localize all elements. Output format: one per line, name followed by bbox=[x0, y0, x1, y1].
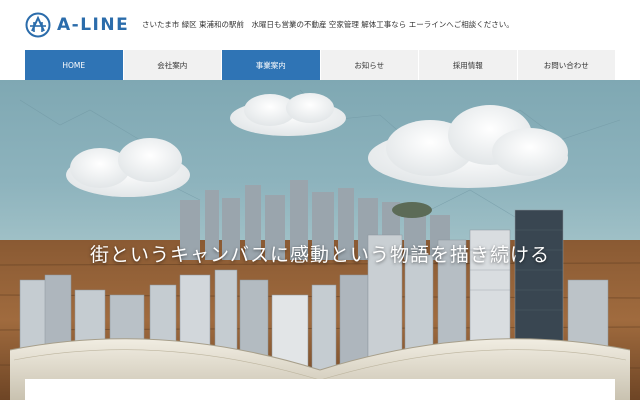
site-header: A-LINE さいたま市 緑区 東浦和の駅前 水曜日も営業の不動産 空家管理 解… bbox=[0, 0, 640, 50]
nav-item-company[interactable]: 会社案内 bbox=[123, 50, 222, 80]
hero-banner: 街というキャンバスに感動という物語を描き続ける bbox=[0, 80, 640, 400]
hero-caption: 街というキャンバスに感動という物語を描き続ける bbox=[89, 244, 550, 266]
content-panel bbox=[25, 379, 615, 400]
nav-item-contact[interactable]: お問い合わせ bbox=[517, 50, 615, 80]
nav-item-business[interactable]: 事業案内 bbox=[222, 50, 321, 80]
nav-item-news[interactable]: お知らせ bbox=[320, 50, 419, 80]
page: A-LINE さいたま市 緑区 東浦和の駅前 水曜日も営業の不動産 空家管理 解… bbox=[0, 0, 640, 400]
nav-item-recruit[interactable]: 採用情報 bbox=[419, 50, 518, 80]
logo-text: A-LINE bbox=[57, 15, 130, 35]
main-nav: HOME 会社案内 事業案内 お知らせ 採用情報 お問い合わせ bbox=[25, 50, 615, 80]
nav-item-home[interactable]: HOME bbox=[25, 50, 124, 80]
header-tagline: さいたま市 緑区 東浦和の駅前 水曜日も営業の不動産 空家管理 解体工事なら エ… bbox=[142, 20, 514, 29]
a-line-logo-icon bbox=[25, 12, 51, 38]
logo-link[interactable]: A-LINE bbox=[25, 12, 129, 38]
